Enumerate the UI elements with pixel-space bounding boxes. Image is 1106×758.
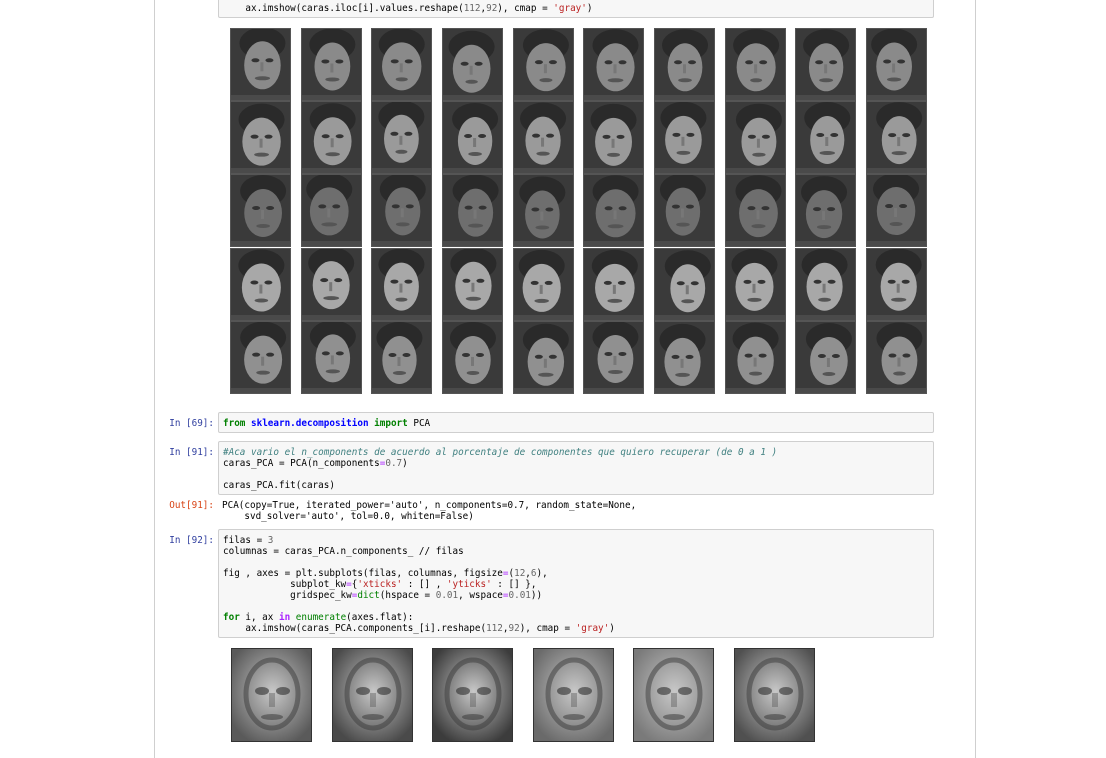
code-line-gridspec-kw: gridspec_kw=dict(hspace = 0.01, wspace=0… — [223, 590, 543, 601]
face-image — [866, 321, 927, 394]
face-image — [654, 248, 715, 321]
face-image — [583, 321, 644, 394]
face-image — [513, 101, 574, 174]
eigenface-image — [332, 648, 413, 742]
face-image — [371, 28, 432, 101]
face-image — [795, 28, 856, 101]
face-image — [301, 28, 362, 101]
code-cell-91[interactable]: #Aca vario el n_components de acuerdo al… — [218, 441, 934, 495]
code-line-filas: filas = 3 — [223, 535, 274, 546]
face-image — [230, 28, 291, 101]
code-cell-69[interactable]: from sklearn.decomposition import PCA — [218, 412, 934, 433]
face-image — [230, 174, 291, 247]
code-line-imshow-components: ax.imshow(caras_PCA.components_[i].resha… — [223, 623, 615, 634]
face-image — [795, 174, 856, 247]
face-image — [654, 28, 715, 101]
face-image — [230, 101, 291, 174]
code-line-imshow: ax.imshow(caras.iloc[i].values.reshape(1… — [245, 3, 593, 14]
face-image — [725, 321, 786, 394]
face-image — [442, 248, 503, 321]
face-image — [654, 174, 715, 247]
eigenface-image — [231, 648, 312, 742]
face-image — [795, 101, 856, 174]
code-line-subplots: fig , axes = plt.subplots(filas, columna… — [223, 568, 548, 579]
face-image — [583, 174, 644, 247]
code-line-subplot-kw: subplot_kw={'xticks' : [] , 'yticks' : [… — [223, 579, 537, 590]
face-image — [230, 248, 291, 321]
face-image — [866, 174, 927, 247]
face-image — [866, 28, 927, 101]
prompt-in-91: In [91]: — [169, 447, 214, 458]
face-image — [301, 174, 362, 247]
output-91: PCA(copy=True, iterated_power='auto', n_… — [222, 500, 636, 522]
face-image — [442, 28, 503, 101]
face-image — [442, 321, 503, 394]
prompt-out-91: Out[91]: — [169, 500, 214, 511]
face-image — [442, 101, 503, 174]
face-image — [513, 174, 574, 247]
eigenface-image — [432, 648, 513, 742]
face-image — [795, 248, 856, 321]
face-image — [513, 321, 574, 394]
face-image — [795, 321, 856, 394]
face-image — [442, 174, 503, 247]
prompt-in-92: In [92]: — [169, 535, 214, 546]
keyword-import: import — [374, 418, 408, 429]
code-comment: #Aca vario el n_components de acuerdo al… — [223, 447, 778, 458]
code-line-columnas: columnas = caras_PCA.n_components_ // fi… — [223, 546, 464, 557]
output-line-1: PCA(copy=True, iterated_power='auto', n_… — [222, 500, 637, 511]
face-image — [583, 248, 644, 321]
face-image — [371, 248, 432, 321]
face-image — [583, 28, 644, 101]
face-image — [230, 321, 291, 394]
code-line-pca: caras_PCA = PCA(n_components=0.7) — [223, 458, 408, 469]
face-image — [371, 101, 432, 174]
face-image — [301, 248, 362, 321]
face-image — [725, 174, 786, 247]
output-line-2: svd_solver='auto', tol=0.0, whiten=False… — [222, 511, 474, 522]
import-name: PCA — [413, 418, 431, 429]
eigenface-image — [533, 648, 614, 742]
keyword-from: from — [223, 418, 246, 429]
face-image — [583, 101, 644, 174]
face-image — [725, 248, 786, 321]
faces-output-grid — [230, 28, 927, 394]
face-image — [513, 248, 574, 321]
face-image — [654, 101, 715, 174]
face-image — [654, 321, 715, 394]
face-image — [866, 248, 927, 321]
prompt-in-69: In [69]: — [169, 418, 214, 429]
code-line-for: for i, ax in enumerate(axes.flat): — [223, 612, 414, 623]
face-image — [301, 321, 362, 394]
eigenface-image — [633, 648, 714, 742]
face-image — [371, 174, 432, 247]
face-image — [725, 101, 786, 174]
face-image — [371, 321, 432, 394]
face-image — [866, 101, 927, 174]
module-name: sklearn.decomposition — [251, 418, 369, 429]
eigenfaces-output — [231, 648, 831, 742]
face-image — [725, 28, 786, 101]
code-cell-previous[interactable]: ax.imshow(caras.iloc[i].values.reshape(1… — [218, 0, 934, 18]
face-image — [513, 28, 574, 101]
eigenface-image — [734, 648, 815, 742]
face-image — [301, 101, 362, 174]
code-line-fit: caras_PCA.fit(caras) — [223, 480, 335, 491]
code-cell-92[interactable]: filas = 3 columnas = caras_PCA.n_compone… — [218, 529, 934, 638]
